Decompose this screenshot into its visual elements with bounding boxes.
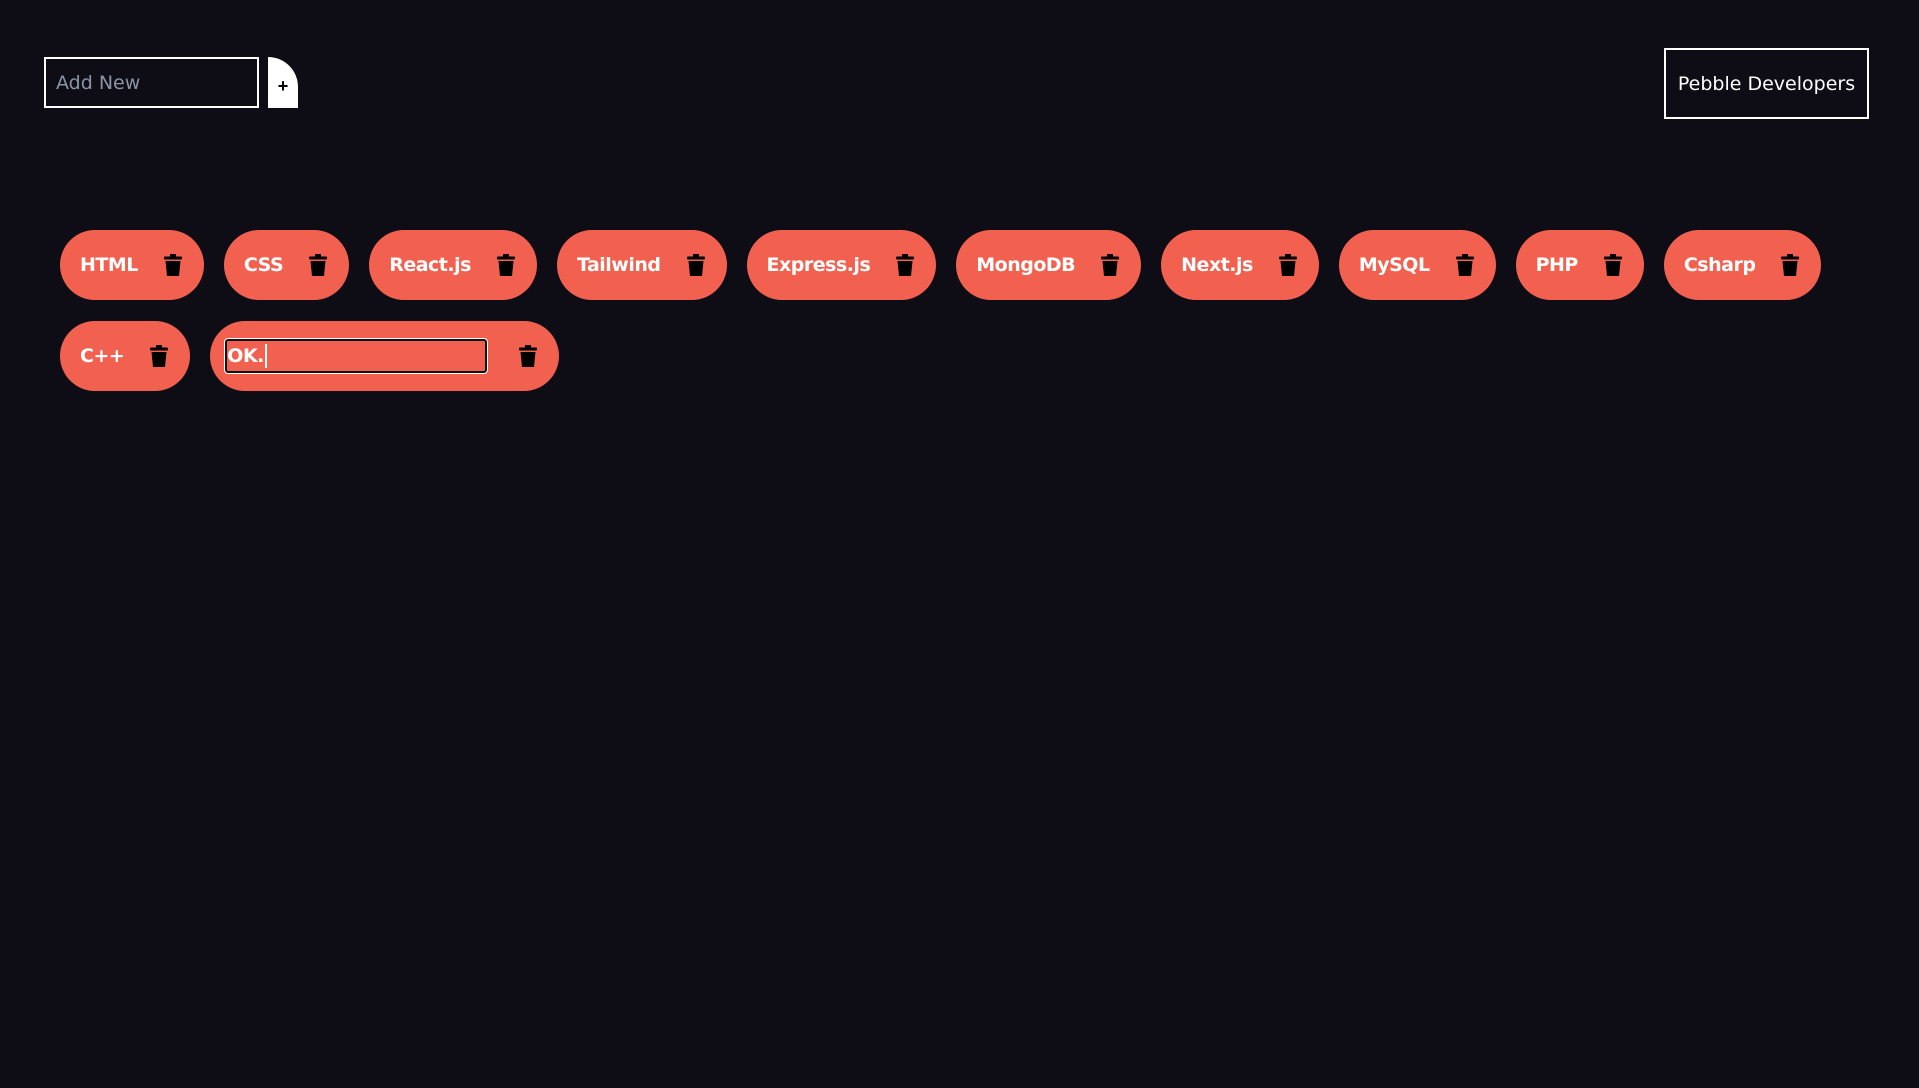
trash-icon[interactable]	[150, 345, 169, 367]
chip-label: Next.js	[1181, 254, 1253, 276]
chip-label: HTML	[80, 254, 138, 276]
chip-label: Csharp	[1683, 254, 1756, 276]
chip: MongoDB	[956, 230, 1142, 300]
trash-icon[interactable]	[1101, 254, 1120, 276]
pebble-developers-button[interactable]: Pebble Developers	[1664, 48, 1869, 119]
chip: React.js	[369, 230, 537, 300]
chip-label: Express.js	[766, 254, 871, 276]
chip: MySQL	[1338, 230, 1496, 300]
trash-icon[interactable]	[686, 254, 705, 276]
chip-label: MySQL	[1358, 254, 1430, 276]
chip: C++	[60, 321, 191, 391]
add-button[interactable]: +	[268, 57, 298, 108]
chip-label: MongoDB	[976, 254, 1076, 276]
chip: CSS	[223, 230, 350, 300]
chip: HTML	[60, 230, 204, 300]
add-new-input[interactable]	[44, 57, 259, 108]
chip: Express.js	[746, 230, 937, 300]
chip-label: Tailwind	[576, 254, 661, 276]
chip: Csharp	[1663, 230, 1822, 300]
chip: PHP	[1515, 230, 1644, 300]
chip-edit-input[interactable]: OK.	[224, 338, 489, 374]
trash-icon[interactable]	[1455, 254, 1474, 276]
chip-edit-value: OK.	[227, 345, 264, 367]
chip-list: HTML CSS React.js Tailwind Express.js MongoDB…	[60, 230, 1860, 391]
chip-label: React.js	[389, 254, 471, 276]
trash-icon[interactable]	[1603, 254, 1622, 276]
trash-icon[interactable]	[496, 254, 515, 276]
chip: Tailwind	[556, 230, 727, 300]
trash-icon[interactable]	[896, 254, 915, 276]
trash-icon[interactable]	[1781, 254, 1800, 276]
text-caret	[264, 344, 267, 368]
chip-label: PHP	[1535, 254, 1579, 276]
chip-editing: OK.	[210, 321, 560, 391]
chip-label: C++	[80, 345, 125, 367]
trash-icon[interactable]	[309, 254, 328, 276]
chip: Next.js	[1161, 230, 1319, 300]
chip-label: CSS	[243, 254, 284, 276]
trash-icon[interactable]	[1278, 254, 1297, 276]
trash-icon[interactable]	[163, 254, 182, 276]
trash-icon[interactable]	[519, 345, 538, 367]
